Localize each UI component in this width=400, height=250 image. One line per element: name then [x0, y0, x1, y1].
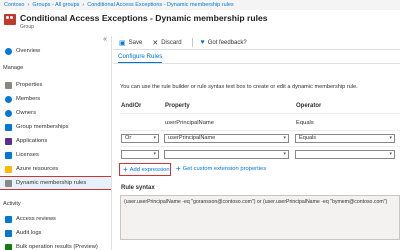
save-button[interactable]: ▣ Save	[119, 39, 142, 47]
sidebar-item-label: Members	[16, 96, 41, 102]
tab-bar: Configure Rules	[113, 51, 400, 64]
page-title: Conditional Access Exceptions - Dynamic …	[20, 13, 268, 23]
owners-icon	[5, 109, 12, 117]
group-memberships-icon	[5, 123, 12, 131]
add-expression-label: Add expression	[129, 166, 170, 173]
chevron-down-icon: ▾	[153, 151, 156, 157]
sidebar-item-group-memberships[interactable]: Group memberships	[0, 121, 111, 133]
sidebar-item-label: Audit logs	[16, 230, 42, 236]
toolbar-divider	[191, 38, 193, 47]
sidebar-item-label: Dynamic membership rules	[16, 180, 87, 186]
column-header-property: Property	[165, 103, 190, 109]
row-3-property-dropdown[interactable]: ▾	[164, 150, 289, 159]
chevron-down-icon: ▾	[283, 151, 286, 157]
plus-icon: +	[176, 164, 181, 173]
row-2-andor-dropdown[interactable]: Or ▾	[121, 134, 159, 143]
rule-syntax-label: Rule syntax	[121, 185, 155, 191]
discard-label: Discard	[161, 39, 182, 46]
extension-link-label: Get custom extension properties	[182, 166, 267, 172]
row-3-andor-dropdown[interactable]: ▾	[121, 150, 159, 159]
sidebar-item-label: Bulk operation results (Preview)	[16, 244, 98, 250]
bulk-operations-icon	[5, 243, 12, 250]
sidebar-item-label: Applications	[16, 138, 48, 144]
column-header-operator: Operator	[296, 103, 322, 109]
azure-resources-icon	[5, 165, 12, 173]
sidebar: « Overview Manage Properties Members Own…	[0, 36, 112, 250]
breadcrumb-contoso[interactable]: Contoso	[4, 2, 25, 8]
sidebar-item-label: Owners	[16, 110, 36, 116]
chevron-right-icon: ›	[27, 2, 30, 8]
sidebar-item-label: Group memberships	[16, 124, 69, 130]
row-1-operator: Equals	[296, 120, 314, 126]
discard-button[interactable]: ✕ Discard	[152, 39, 181, 47]
page-subtitle: Group	[20, 24, 34, 30]
sidebar-item-licenses[interactable]: Licenses	[0, 149, 111, 161]
sidebar-item-overview[interactable]: Overview	[0, 45, 111, 57]
intro-text: You can use the rule builder or rule syn…	[120, 84, 358, 90]
sidebar-item-dynamic-membership-rules[interactable]: Dynamic membership rules	[0, 176, 111, 190]
toolbar: ▣ Save ✕ Discard ♥ Got feedback?	[113, 36, 400, 50]
sidebar-item-properties[interactable]: Properties	[0, 79, 111, 91]
section-activity: Activity	[3, 201, 21, 207]
sidebar-item-access-reviews[interactable]: Access reviews	[0, 213, 111, 225]
settings-icon	[5, 179, 12, 187]
sidebar-item-owners[interactable]: Owners	[0, 107, 111, 119]
save-icon: ▣	[119, 39, 126, 47]
plus-icon: +	[123, 164, 128, 174]
header-divider	[120, 113, 400, 114]
info-icon	[5, 47, 12, 55]
close-icon: ✕	[152, 39, 159, 47]
chevron-down-icon: ▾	[283, 135, 286, 141]
dropdown-value: Equals	[299, 135, 317, 141]
sidebar-item-applications[interactable]: Applications	[0, 135, 111, 147]
add-expression-button[interactable]: + Add expression	[119, 163, 171, 176]
audit-logs-icon	[5, 229, 12, 237]
sidebar-item-audit-logs[interactable]: Audit logs	[0, 227, 111, 239]
tab-configure-rules[interactable]: Configure Rules	[118, 53, 163, 63]
row-2-property-dropdown[interactable]: userPrincipalName ▾	[164, 134, 289, 143]
properties-icon	[5, 81, 12, 89]
sidebar-item-label: Azure resources	[16, 166, 59, 172]
sidebar-item-label: Properties	[16, 82, 43, 88]
members-icon	[5, 95, 12, 103]
heart-icon: ♥	[200, 39, 205, 46]
group-icon	[4, 14, 16, 25]
breadcrumb-all-groups[interactable]: Groups - All groups	[32, 2, 79, 8]
breadcrumb-current[interactable]: Conditional Access Exceptions - Dynamic …	[87, 2, 233, 8]
chevron-down-icon: ▾	[389, 135, 392, 141]
sidebar-item-label: Access reviews	[16, 216, 56, 222]
sidebar-item-members[interactable]: Members	[0, 93, 111, 105]
feedback-button[interactable]: ♥ Got feedback?	[201, 39, 247, 46]
access-reviews-icon	[5, 215, 12, 223]
applications-icon	[5, 137, 12, 145]
row-3-operator-dropdown[interactable]: ▾	[295, 150, 395, 159]
chevron-down-icon: ▾	[153, 135, 156, 141]
page-header: Conditional Access Exceptions - Dynamic …	[0, 10, 400, 36]
section-manage: Manage	[3, 65, 24, 71]
dropdown-value: userPrincipalName	[168, 135, 216, 141]
dropdown-value: Or	[125, 135, 132, 141]
sidebar-item-label: Licenses	[16, 152, 39, 158]
feedback-label: Got feedback?	[207, 39, 247, 46]
column-header-andor: And/Or	[121, 103, 142, 109]
chevron-right-icon: ›	[82, 2, 85, 8]
row-1-property: userPrincipalName	[165, 120, 214, 126]
breadcrumb: Contoso › Groups - All groups › Conditio…	[0, 0, 400, 10]
sidebar-item-bulk-operation-results[interactable]: Bulk operation results (Preview)	[0, 241, 111, 250]
chevron-down-icon: ▾	[389, 151, 392, 157]
sidebar-item-azure-resources[interactable]: Azure resources	[0, 163, 111, 175]
sidebar-item-label: Overview	[16, 48, 41, 54]
licenses-icon	[5, 151, 12, 159]
row-divider	[120, 146, 400, 147]
row-divider	[120, 130, 400, 131]
collapse-sidebar-icon[interactable]: «	[103, 36, 107, 43]
rule-syntax-textbox[interactable]: (user.userPrincipalName -eq "goransson@c…	[120, 195, 400, 240]
row-2-operator-dropdown[interactable]: Equals ▾	[295, 134, 395, 143]
save-label: Save	[128, 39, 143, 46]
custom-extension-properties-link[interactable]: + Get custom extension properties	[176, 164, 267, 173]
